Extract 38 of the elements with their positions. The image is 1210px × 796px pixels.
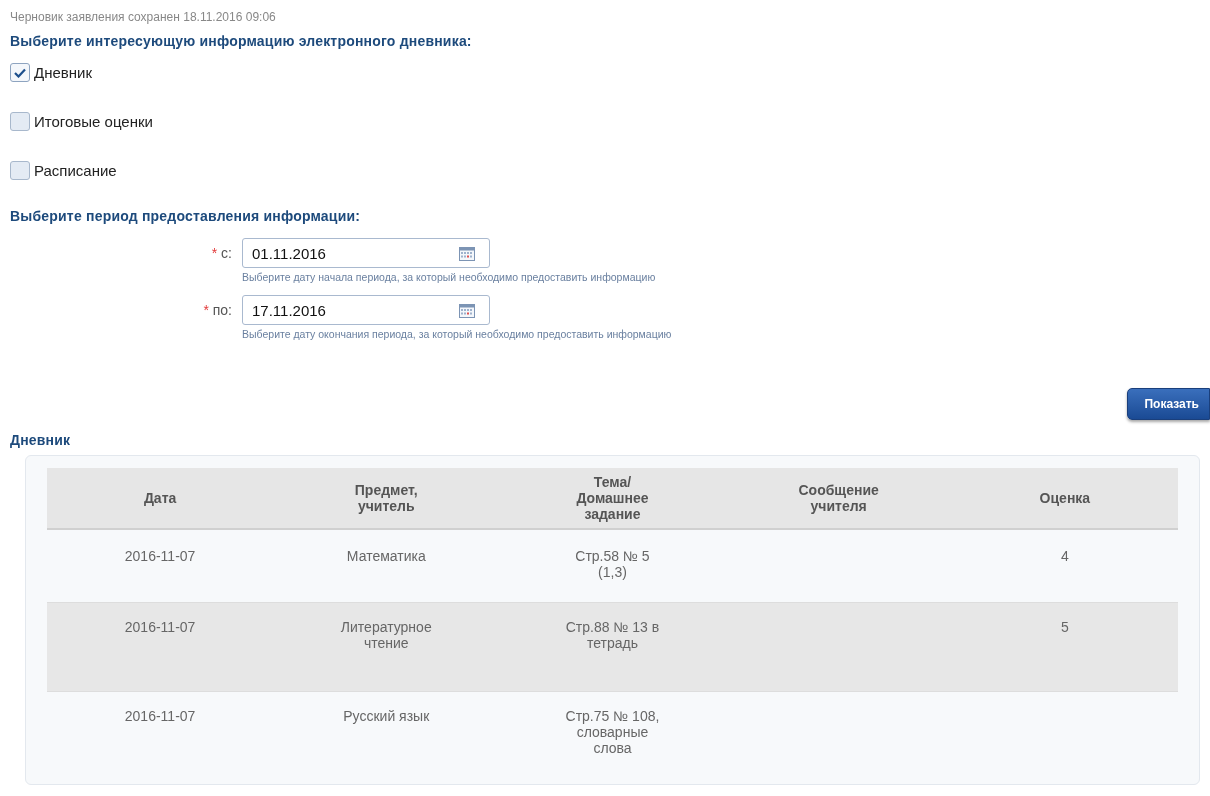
checkbox-label: Расписание — [34, 162, 117, 179]
table-cell: Русский язык — [343, 708, 430, 724]
date-field[interactable]: 17.11.2016 — [242, 295, 490, 325]
field-hint: Выберите дату окончания периода, за который необходимо предоставить информацию — [242, 328, 672, 340]
table-cell: 2016-11-07 — [124, 619, 196, 635]
column-header: Сообщение учителя — [725, 468, 952, 529]
checkbox-label: Итоговые оценки — [34, 113, 153, 130]
checkbox[interactable] — [10, 63, 30, 82]
table-cell: 4 — [1060, 548, 1069, 564]
table-cell: 5 — [1060, 619, 1069, 635]
field-label: по: — [212, 302, 232, 318]
draft-saved-notice: Черновик заявления сохранен 18.11.2016 09:06 — [10, 10, 277, 24]
section-heading: Выберите период предоставления информации: — [10, 208, 362, 224]
date-field[interactable]: 01.11.2016 — [242, 238, 490, 268]
checkbox[interactable] — [10, 112, 30, 131]
table-cell: Стр.88 № 13 в тетрадь — [565, 619, 660, 651]
table-cell: Стр.58 № 5 (1,3) — [575, 548, 650, 580]
checkbox[interactable] — [10, 161, 30, 180]
field-label: с: — [221, 245, 232, 261]
checkbox-label: Дневник — [34, 64, 92, 81]
calendar-icon[interactable] — [459, 245, 475, 261]
section-heading: Выберите интересующую информацию электронного дневника: — [10, 33, 473, 49]
show-button[interactable]: Показать — [1127, 388, 1210, 420]
table-cell: Математика — [346, 548, 426, 564]
table-cell: 2016-11-07 — [124, 708, 196, 724]
field-hint: Выберите дату начала периода, за который необходимо предоставить информацию — [242, 271, 656, 283]
table-cell: 2016-11-07 — [124, 548, 196, 564]
table-cell: Стр.75 № 108, словарные слова — [565, 708, 660, 756]
column-header: Тема/Домашнее задание — [499, 468, 726, 529]
calendar-icon[interactable] — [459, 302, 475, 318]
required-mark: * — [211, 245, 218, 261]
column-header: Предмет, учитель — [273, 468, 500, 529]
section-heading: Дневник — [10, 432, 72, 448]
column-header: Дата — [47, 468, 274, 529]
required-mark: * — [203, 302, 209, 318]
column-header: Оценка — [951, 468, 1178, 529]
check-icon — [14, 67, 26, 78]
table-cell: Литературное чтение — [340, 619, 432, 651]
